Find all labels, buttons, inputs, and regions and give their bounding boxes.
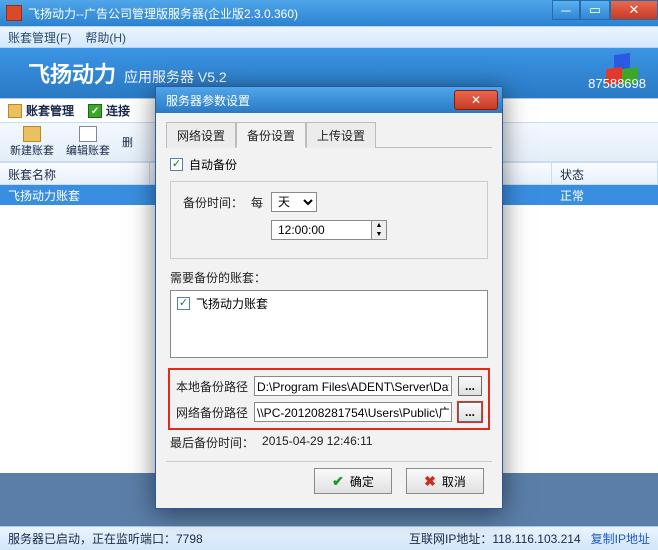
checkbox-icon: ✓ bbox=[170, 158, 183, 171]
list-item-label: 飞扬动力账套 bbox=[196, 295, 268, 312]
backup-time-group: 备份时间： 每 天 ▲▼ bbox=[170, 181, 488, 259]
backup-time-label: 备份时间： bbox=[183, 194, 243, 211]
cancel-button-label: 取消 bbox=[442, 473, 466, 490]
path-highlight-box: 本地备份路径 ... 网络备份路径 ... bbox=[168, 368, 490, 430]
toolbar-edit[interactable]: 编辑账套 bbox=[66, 126, 110, 158]
account-listbox[interactable]: ✓ 飞扬动力账套 bbox=[170, 290, 488, 358]
local-path-label: 本地备份路径 bbox=[176, 378, 248, 395]
net-path-row: 网络备份路径 ... bbox=[176, 402, 482, 422]
check-icon: ✓ bbox=[88, 104, 102, 118]
toolbar-new-label: 新建账套 bbox=[10, 142, 54, 158]
statusbar: 服务器已启动，正在监听端口：7798 互联网IP地址：118.116.103.2… bbox=[0, 526, 658, 550]
status-left: 服务器已启动，正在监听端口：7798 bbox=[8, 530, 203, 547]
need-backup-label: 需要备份的账套： bbox=[170, 269, 488, 286]
mgmt-accounts[interactable]: 账套管理 bbox=[8, 102, 74, 119]
toolbar-new[interactable]: 新建账套 bbox=[10, 126, 54, 158]
main-titlebar: 飞扬动力--广告公司管理版服务器(企业版2.3.0.360) ─ ▭ ✕ bbox=[0, 0, 658, 26]
checkbox-icon: ✓ bbox=[177, 297, 190, 310]
mgmt-connect-label: 连接 bbox=[106, 102, 130, 119]
menu-help[interactable]: 帮助(H) bbox=[85, 29, 126, 46]
minimize-button[interactable]: ─ bbox=[552, 0, 580, 20]
tab-upload[interactable]: 上传设置 bbox=[306, 122, 376, 148]
mgmt-accounts-label: 账套管理 bbox=[26, 102, 74, 119]
brand-main: 飞扬动力 bbox=[28, 57, 116, 89]
dialog-button-row: ✔ 确定 ✖ 取消 bbox=[166, 461, 492, 500]
cross-icon: ✖ bbox=[424, 473, 436, 490]
auto-backup-label: 自动备份 bbox=[189, 156, 237, 173]
brand-sub: 应用服务器 V5.2 bbox=[124, 67, 227, 87]
check-icon: ✔ bbox=[332, 473, 344, 490]
per-label: 每 bbox=[251, 194, 263, 211]
spin-buttons[interactable]: ▲▼ bbox=[371, 220, 387, 240]
col-status-header[interactable]: 状态 bbox=[552, 163, 658, 184]
last-backup-label: 最后备份时间： bbox=[170, 434, 254, 451]
brand: 飞扬动力 应用服务器 V5.2 bbox=[28, 57, 227, 89]
dialog-titlebar: 服务器参数设置 ✕ bbox=[156, 87, 502, 113]
window-title: 飞扬动力--广告公司管理版服务器(企业版2.3.0.360) bbox=[28, 5, 298, 22]
dialog-close-button[interactable]: ✕ bbox=[454, 90, 498, 110]
app-icon bbox=[6, 5, 22, 21]
status-ip-value: 118.116.103.214 bbox=[492, 532, 580, 546]
cell-name: 飞扬动力账套 bbox=[0, 185, 150, 205]
menubar: 账套管理(F) 帮助(H) bbox=[0, 26, 658, 48]
status-ip-label: 互联网IP地址： bbox=[409, 532, 492, 546]
window-buttons: ─ ▭ ✕ bbox=[552, 0, 658, 26]
toolbar-del[interactable]: 删 bbox=[122, 134, 133, 150]
menu-accounts[interactable]: 账套管理(F) bbox=[8, 29, 71, 46]
net-path-input[interactable] bbox=[254, 402, 452, 422]
auto-backup-checkbox[interactable]: ✓ 自动备份 bbox=[170, 156, 492, 173]
ok-button-label: 确定 bbox=[350, 473, 374, 490]
cell-status: 正常 bbox=[552, 185, 658, 205]
local-path-input[interactable] bbox=[254, 376, 452, 396]
maximize-button[interactable]: ▭ bbox=[580, 0, 610, 20]
dialog-body: 网络设置 备份设置 上传设置 ✓ 自动备份 备份时间： 每 天 bbox=[156, 113, 502, 508]
unit-select[interactable]: 天 bbox=[271, 192, 317, 212]
local-path-browse-button[interactable]: ... bbox=[458, 376, 482, 396]
copy-ip-link[interactable]: 复制IP地址 bbox=[591, 530, 650, 547]
toolbar-edit-label: 编辑账套 bbox=[66, 142, 110, 158]
time-input[interactable] bbox=[271, 220, 371, 240]
edit-icon bbox=[79, 126, 97, 142]
net-path-browse-button[interactable]: ... bbox=[458, 402, 482, 422]
local-path-row: 本地备份路径 ... bbox=[176, 376, 482, 396]
toolbar-del-label: 删 bbox=[122, 134, 133, 150]
ok-button[interactable]: ✔ 确定 bbox=[314, 468, 392, 494]
tab-network[interactable]: 网络设置 bbox=[166, 122, 236, 148]
col-name-header[interactable]: 账套名称 bbox=[0, 163, 150, 184]
dialog-title: 服务器参数设置 bbox=[166, 92, 250, 109]
settings-dialog: 服务器参数设置 ✕ 网络设置 备份设置 上传设置 ✓ 自动备份 备份时间： 每 … bbox=[155, 86, 503, 509]
folder-icon bbox=[8, 104, 22, 118]
last-backup-row: 最后备份时间： 2015-04-29 12:46:11 bbox=[170, 434, 488, 451]
cancel-button[interactable]: ✖ 取消 bbox=[406, 468, 484, 494]
net-path-label: 网络备份路径 bbox=[176, 404, 248, 421]
last-backup-value: 2015-04-29 12:46:11 bbox=[262, 434, 373, 451]
mgmt-connect[interactable]: ✓ 连接 bbox=[88, 102, 130, 119]
tabs: 网络设置 备份设置 上传设置 bbox=[166, 121, 492, 148]
list-item[interactable]: ✓ 飞扬动力账套 bbox=[177, 295, 481, 312]
new-icon bbox=[23, 126, 41, 142]
tab-backup[interactable]: 备份设置 bbox=[236, 122, 306, 148]
close-button[interactable]: ✕ bbox=[610, 0, 658, 20]
phone-suffix: 87588698 bbox=[588, 76, 646, 91]
time-spinner[interactable]: ▲▼ bbox=[271, 220, 387, 240]
